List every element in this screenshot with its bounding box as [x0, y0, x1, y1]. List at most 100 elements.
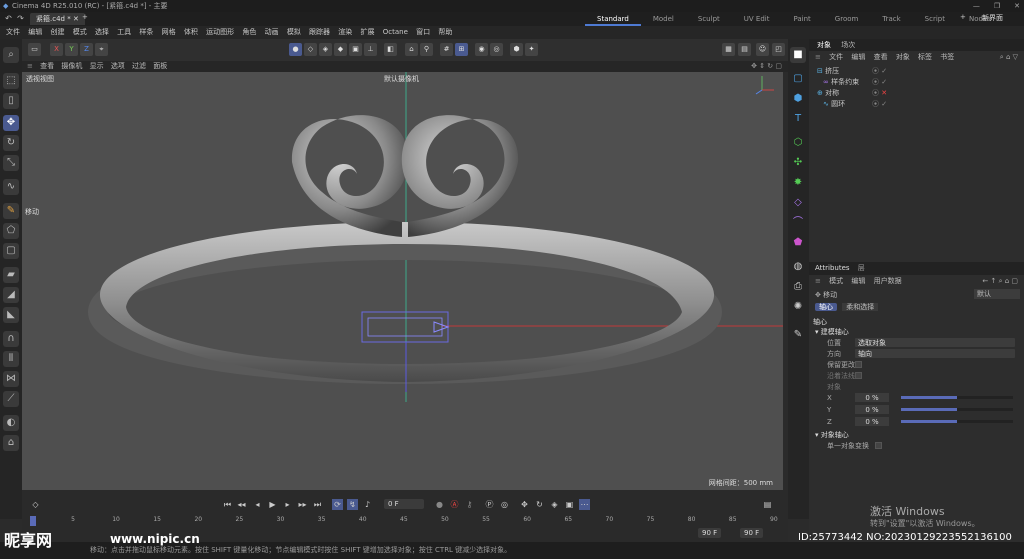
- light-icon[interactable]: ✺: [790, 299, 806, 315]
- layout-model[interactable]: Model: [641, 12, 686, 26]
- model-edit-icon[interactable]: ▢: [3, 243, 19, 259]
- undo-icon[interactable]: ↶: [4, 14, 13, 23]
- attribute-menu-userdata[interactable]: 用户数据: [874, 277, 902, 285]
- workplane-icon[interactable]: ⊞: [455, 43, 468, 56]
- coordinate-system-icon[interactable]: ⌖: [95, 43, 108, 56]
- visibility-icons[interactable]: ⦿ ✕: [872, 88, 887, 99]
- points-mode-icon[interactable]: ◇: [304, 43, 317, 56]
- current-frame-field[interactable]: 0 F: [384, 499, 424, 509]
- visibility-icons[interactable]: ⦿ ✓: [872, 66, 887, 77]
- timeline-ruler[interactable]: 051015202530354045505560657075808590: [30, 516, 780, 530]
- along-normal-checkbox[interactable]: [855, 372, 862, 379]
- layout-icon[interactable]: ◰: [772, 43, 785, 56]
- search-icon[interactable]: ⌕: [3, 47, 19, 63]
- extrude-icon[interactable]: ▰: [3, 267, 19, 283]
- menu-select[interactable]: 选择: [95, 28, 109, 36]
- auto-key-icon[interactable]: Ⓐ: [449, 499, 460, 510]
- keep-changes-checkbox[interactable]: [855, 361, 862, 368]
- menu-create[interactable]: 创建: [50, 28, 64, 36]
- polygons-mode-icon[interactable]: ◆: [334, 43, 347, 56]
- axis-mode-icon[interactable]: ⊥: [364, 43, 377, 56]
- go-to-end-icon[interactable]: ⏭: [312, 499, 323, 510]
- minimize-icon[interactable]: —: [973, 0, 980, 12]
- spline-pen-icon[interactable]: ∿: [3, 179, 19, 195]
- subtab-axis[interactable]: 轴心: [815, 303, 837, 311]
- position-select[interactable]: 选取对象: [855, 338, 1015, 347]
- cube-object-icon[interactable]: ■: [790, 47, 806, 63]
- object-menu-view[interactable]: 查看: [874, 53, 888, 61]
- play-icon[interactable]: ▶: [267, 499, 278, 510]
- new-layout-button[interactable]: 新界面: [982, 13, 1003, 23]
- primitive-cube-icon[interactable]: ⬢: [790, 91, 806, 107]
- layout-paint[interactable]: Paint: [781, 12, 822, 26]
- move-tool-icon[interactable]: ✥: [3, 115, 19, 131]
- timeline-options-icon[interactable]: ▤: [762, 499, 773, 510]
- key-selection-icon[interactable]: Ⓟ: [484, 499, 495, 510]
- end-frame-field[interactable]: 90 F: [698, 528, 722, 538]
- bend-icon[interactable]: ⌒: [790, 215, 806, 231]
- add-tab-button[interactable]: +: [82, 13, 88, 21]
- weld-icon[interactable]: ⋈: [3, 371, 19, 387]
- render-picture-icon[interactable]: ◎: [490, 43, 503, 56]
- scale-key-icon[interactable]: ◈: [549, 499, 560, 510]
- param-key-icon[interactable]: ▣: [564, 499, 575, 510]
- menu-edit[interactable]: 编辑: [28, 28, 42, 36]
- menu-octane[interactable]: Octane: [383, 28, 408, 36]
- x-axis-lock[interactable]: X: [50, 43, 63, 56]
- viewport-menu-view[interactable]: 查看: [40, 62, 54, 70]
- viewport-menu-cameras[interactable]: 摄像机: [61, 62, 82, 70]
- select-tool-icon[interactable]: ⬚: [3, 73, 19, 89]
- object-row-spline-wrap[interactable]: ∞ 样条约束 ⦿ ✓: [817, 77, 1017, 88]
- menu-extensions[interactable]: 扩展: [361, 28, 375, 36]
- deformer-icon[interactable]: ◇: [790, 195, 806, 211]
- live-select-icon[interactable]: ▯: [3, 93, 19, 109]
- octane-icon[interactable]: ✦: [525, 43, 538, 56]
- slider-track[interactable]: [901, 420, 1013, 423]
- pen-icon[interactable]: ✎: [790, 327, 806, 343]
- camera-icon[interactable]: ⎙: [790, 279, 806, 295]
- uv-mode-icon[interactable]: ▣: [349, 43, 362, 56]
- object-row-torus[interactable]: ∿ 圆环 ⦿ ✓: [817, 99, 1017, 110]
- menu-window[interactable]: 窗口: [416, 28, 430, 36]
- viewport-menu-panel[interactable]: 面板: [153, 62, 167, 70]
- layout-uv-edit[interactable]: UV Edit: [732, 12, 782, 26]
- attribute-menu-edit[interactable]: 编辑: [851, 277, 865, 285]
- slider-track[interactable]: [901, 396, 1013, 399]
- add-layout-icon[interactable]: +: [960, 13, 966, 21]
- object-menu-file[interactable]: 文件: [829, 53, 843, 61]
- menu-file[interactable]: 文件: [6, 28, 20, 36]
- effector-icon[interactable]: ✸: [790, 175, 806, 191]
- preset-select[interactable]: 默认: [974, 289, 1020, 299]
- single-transform-checkbox[interactable]: [875, 442, 882, 449]
- attribute-menu-mode[interactable]: 模式: [829, 277, 843, 285]
- render-settings-icon[interactable]: ⬢: [510, 43, 523, 56]
- direction-select[interactable]: 轴向: [855, 349, 1015, 358]
- menu-character[interactable]: 角色: [242, 28, 256, 36]
- polygon-pen-icon[interactable]: ⬠: [3, 223, 19, 239]
- tab-layers[interactable]: 层: [858, 264, 865, 272]
- object-menu-bookmarks[interactable]: 书签: [940, 53, 954, 61]
- object-menu-tags[interactable]: 标签: [918, 53, 932, 61]
- previous-key-icon[interactable]: ◂◂: [236, 499, 247, 510]
- z-axis-lock[interactable]: Z: [80, 43, 93, 56]
- close-icon[interactable]: ✕: [1014, 0, 1020, 12]
- viewport-nav-icons[interactable]: ✥ ⇕ ↻ ▢: [751, 61, 782, 72]
- cloner-icon[interactable]: ✣: [790, 155, 806, 171]
- playhead[interactable]: [30, 516, 36, 526]
- visibility-icons[interactable]: ⦿ ✓: [872, 99, 887, 110]
- go-to-start-icon[interactable]: ⏮: [222, 499, 233, 510]
- clapper-icon[interactable]: ▭: [28, 43, 41, 56]
- object-search-icon[interactable]: ⌕ ⌂ ▽: [1000, 51, 1018, 63]
- viewport-menu-options[interactable]: 选项: [111, 62, 125, 70]
- previous-frame-icon[interactable]: ◂: [252, 499, 263, 510]
- viewport-menu-filter[interactable]: 过滤: [132, 62, 146, 70]
- preview-end-field[interactable]: 90 F: [740, 528, 764, 538]
- tab-attributes[interactable]: Attributes: [815, 264, 850, 272]
- tab-takes[interactable]: 场次: [841, 41, 855, 49]
- object-menu-object[interactable]: 对象: [896, 53, 910, 61]
- tweak-icon[interactable]: ⚲: [420, 43, 433, 56]
- lock-icon[interactable]: ⌂: [3, 435, 19, 451]
- slider-value-input[interactable]: 0 %: [855, 417, 889, 426]
- layout-groom[interactable]: Groom: [823, 12, 871, 26]
- text-icon[interactable]: T: [790, 111, 806, 127]
